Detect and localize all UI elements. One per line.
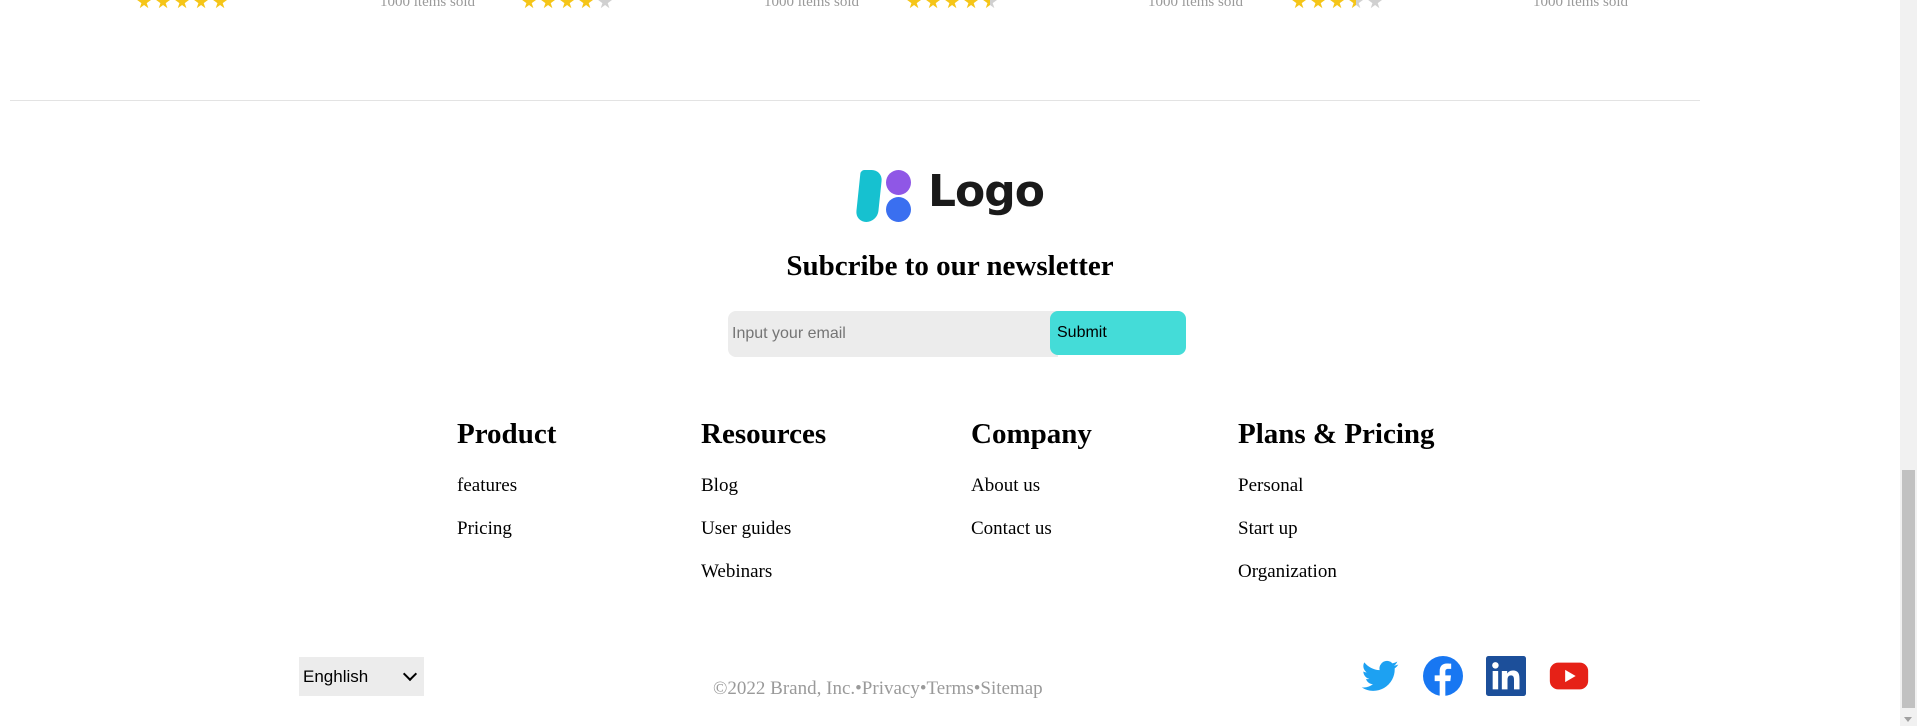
footer-link-blog[interactable]: Blog (701, 475, 826, 498)
star-icon: ★ (193, 0, 210, 12)
rating-stars: ★ ★ ★ ★ ★ (1291, 0, 1384, 12)
star-icon: ★ (174, 0, 191, 12)
logo-mark-dot (886, 197, 911, 222)
twitter-icon[interactable] (1360, 656, 1400, 696)
youtube-icon[interactable] (1549, 656, 1589, 696)
facebook-icon[interactable] (1423, 656, 1463, 696)
star-icon: ★ (597, 0, 614, 12)
footer-link-user-guides[interactable]: User guides (701, 518, 826, 541)
items-sold-label: 1000 items sold (1533, 0, 1629, 10)
footer-link-contact-us[interactable]: Contact us (971, 518, 1092, 541)
items-sold-label: 1000 items sold (1148, 0, 1244, 10)
footer-column-plans-pricing: Plans & Pricing Personal Start up Organi… (1238, 418, 1435, 604)
footer-column-company: Company About us Contact us (971, 418, 1092, 561)
rating-stars: ★ ★ ★ ★ ★ (906, 0, 998, 12)
terms-link[interactable]: Terms (927, 678, 974, 699)
email-input[interactable] (728, 311, 1058, 357)
items-sold-label: 1000 items sold (764, 0, 860, 10)
items-sold-label: 1000 items sold (380, 0, 476, 10)
copyright-bar: ©2022 Brand, Inc.•Privacy•Terms•Sitemap (713, 678, 1043, 700)
footer-link-features[interactable]: features (457, 475, 556, 498)
star-icon: ★ (136, 0, 153, 12)
star-icon: ★ (559, 0, 576, 12)
star-icon: ★ (578, 0, 595, 12)
language-selected: Enghlish (303, 667, 369, 686)
scroll-down-arrow-icon[interactable] (1904, 717, 1912, 722)
footer-column-product: Product features Pricing (457, 418, 556, 561)
language-select[interactable]: Enghlish (299, 657, 424, 696)
footer-link-start-up[interactable]: Start up (1238, 518, 1435, 541)
brand-logo[interactable]: Logo (855, 166, 1045, 224)
submit-button[interactable]: Submit (1050, 311, 1186, 355)
vertical-scrollbar[interactable] (1900, 0, 1917, 726)
star-icon: ★ (925, 0, 942, 12)
footer-link-about-us[interactable]: About us (971, 475, 1092, 498)
star-icon: ★ (1291, 0, 1308, 12)
sitemap-link[interactable]: Sitemap (980, 678, 1042, 699)
footer-column-resources: Resources Blog User guides Webinars (701, 418, 826, 604)
star-icon: ★ (1348, 0, 1364, 11)
footer-link-personal[interactable]: Personal (1238, 475, 1435, 498)
newsletter-title: Subcribe to our newsletter (786, 250, 1114, 282)
star-icon: ★ (906, 0, 923, 12)
scrollbar-thumb[interactable] (1902, 470, 1915, 708)
separator: • (855, 678, 862, 699)
logo-text: Logo (928, 166, 1045, 217)
newsletter-form: Submit (728, 311, 1186, 357)
column-title: Company (971, 418, 1092, 450)
logo-mark-dot (886, 170, 911, 195)
star-icon: ★ (212, 0, 229, 12)
star-icon: ★ (963, 0, 980, 12)
footer-link-webinars[interactable]: Webinars (701, 561, 826, 584)
column-title: Plans & Pricing (1238, 418, 1435, 450)
star-icon: ★ (1329, 0, 1346, 12)
footer-link-organization[interactable]: Organization (1238, 561, 1435, 584)
footer-link-pricing[interactable]: Pricing (457, 518, 556, 541)
column-title: Resources (701, 418, 827, 450)
star-icon: ★ (1310, 0, 1327, 12)
privacy-link[interactable]: Privacy (862, 678, 920, 699)
section-divider (10, 100, 1700, 101)
star-icon: ★ (982, 0, 998, 11)
rating-stars: ★ ★ ★ ★ ★ (136, 0, 229, 12)
copyright-text: ©2022 Brand, Inc. (713, 678, 856, 699)
separator: • (919, 678, 927, 699)
star-icon: ★ (944, 0, 961, 12)
column-title: Product (457, 418, 557, 450)
linkedin-icon[interactable] (1486, 656, 1526, 696)
logo-mark-bar (855, 170, 883, 222)
star-icon: ★ (540, 0, 557, 12)
star-icon: ★ (155, 0, 172, 12)
rating-stars: ★ ★ ★ ★ ★ (521, 0, 614, 12)
star-icon: ★ (1367, 0, 1384, 12)
product-ratings-strip: ★ ★ ★ ★ ★ 1000 items sold ★ ★ ★ ★ ★ 1000 items s… (0, 0, 1700, 20)
star-icon: ★ (521, 0, 538, 12)
